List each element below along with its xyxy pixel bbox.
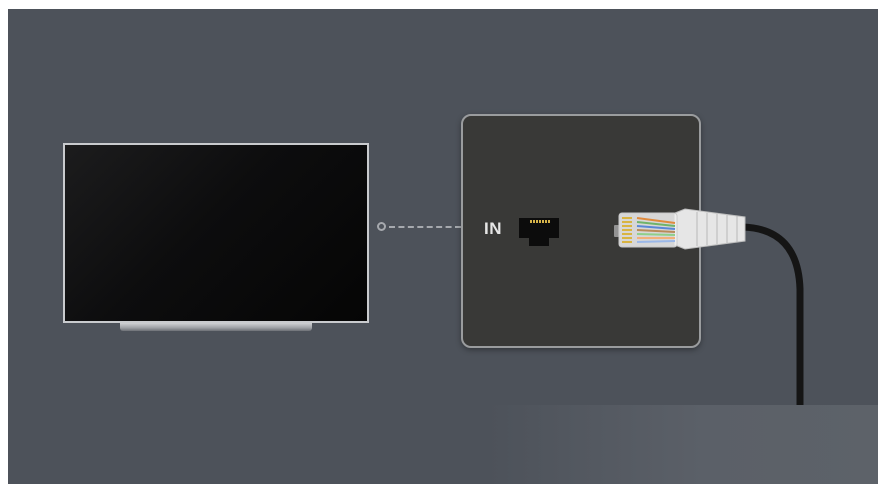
illustration-stage: IN	[8, 9, 878, 484]
connection-dashed-line	[389, 226, 461, 228]
tv-icon	[63, 143, 369, 323]
tv-stand	[120, 323, 312, 331]
tv-connection-point	[377, 222, 386, 231]
ethernet-cable-icon	[614, 208, 804, 405]
ethernet-port-icon	[519, 218, 559, 246]
floor-shadow	[8, 405, 878, 484]
port-label-in: IN	[484, 219, 502, 238]
